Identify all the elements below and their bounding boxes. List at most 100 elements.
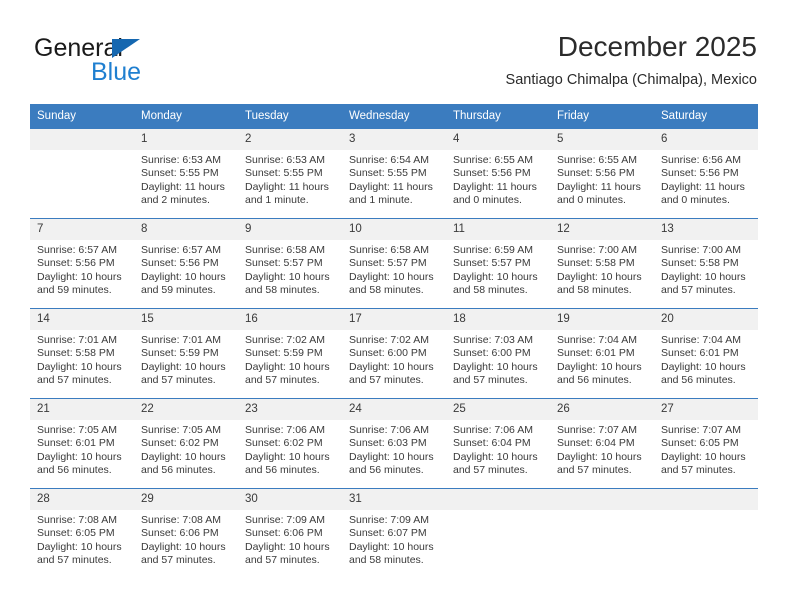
day-detail-line: Daylight: 10 hours: [349, 270, 434, 283]
day-number-15[interactable]: 15: [134, 309, 238, 330]
day-number-17[interactable]: 17: [342, 309, 446, 330]
day-number-30[interactable]: 30: [238, 489, 342, 510]
day-detail-line: Sunrise: 6:58 AM: [245, 244, 325, 256]
day-detail-4[interactable]: Sunrise: 6:55 AM Sunset: 5:56 PM Daylight:…: [446, 150, 550, 218]
day-detail-1[interactable]: Sunrise: 6:53 AM Sunset: 5:55 PM Daylight:…: [134, 150, 238, 218]
day-detail-7[interactable]: Sunrise: 6:57 AM Sunset: 5:56 PM Daylight:…: [30, 240, 134, 308]
calendar-page: General Blue December 2025 Santiago Chim…: [0, 0, 792, 612]
day-number-9[interactable]: 9: [238, 219, 342, 240]
day-detail-line: Daylight: 10 hours: [141, 540, 226, 553]
day-number-empty: [654, 489, 758, 510]
day-detail-22[interactable]: Sunrise: 7:05 AM Sunset: 6:02 PM Daylight:…: [134, 420, 238, 488]
day-detail-16[interactable]: Sunrise: 7:02 AM Sunset: 5:59 PM Daylight:…: [238, 330, 342, 398]
day-detail-line: Daylight: 10 hours: [245, 360, 330, 373]
weekday-header-row: Sunday Monday Tuesday Wednesday Thursday Frid…: [30, 104, 758, 129]
day-detail-25[interactable]: Sunrise: 7:06 AM Sunset: 6:04 PM Daylight:…: [446, 420, 550, 488]
day-number-16[interactable]: 16: [238, 309, 342, 330]
day-detail-21[interactable]: Sunrise: 7:05 AM Sunset: 6:01 PM Daylight:…: [30, 420, 134, 488]
calendar-week-row: 28 29 30 31 Sunrise: 7:08 AM Sunset: 6:05 PM D…: [30, 488, 758, 578]
day-number-6[interactable]: 6: [654, 129, 758, 150]
day-detail-11[interactable]: Sunrise: 6:59 AM Sunset: 5:57 PM Daylight:…: [446, 240, 550, 308]
day-number-21[interactable]: 21: [30, 399, 134, 420]
day-number-row: 21 22 23 24 25 26 27: [30, 399, 758, 420]
day-detail-12[interactable]: Sunrise: 7:00 AM Sunset: 5:58 PM Daylight:…: [550, 240, 654, 308]
day-number-20[interactable]: 20: [654, 309, 758, 330]
day-number-3[interactable]: 3: [342, 129, 446, 150]
day-detail-line: and 2 minutes.: [141, 194, 210, 207]
day-number-23[interactable]: 23: [238, 399, 342, 420]
day-number-28[interactable]: 28: [30, 489, 134, 510]
day-detail-2[interactable]: Sunrise: 6:53 AM Sunset: 5:55 PM Daylight:…: [238, 150, 342, 218]
day-detail-17[interactable]: Sunrise: 7:02 AM Sunset: 6:00 PM Daylight:…: [342, 330, 446, 398]
day-number-26[interactable]: 26: [550, 399, 654, 420]
day-number-25[interactable]: 25: [446, 399, 550, 420]
day-detail-line: Daylight: 10 hours: [37, 540, 122, 553]
day-detail-26[interactable]: Sunrise: 7:07 AM Sunset: 6:04 PM Daylight:…: [550, 420, 654, 488]
brand-name-blue: Blue: [91, 58, 142, 86]
day-number-29[interactable]: 29: [134, 489, 238, 510]
brand-logo[interactable]: General Blue: [34, 34, 264, 92]
day-number-14[interactable]: 14: [30, 309, 134, 330]
weekday-header-monday: Monday: [141, 110, 182, 122]
calendar-grid: Sunday Monday Tuesday Wednesday Thursday Frid…: [30, 104, 758, 578]
day-number-10[interactable]: 10: [342, 219, 446, 240]
day-detail-28[interactable]: Sunrise: 7:08 AM Sunset: 6:05 PM Daylight:…: [30, 510, 134, 578]
day-number-7[interactable]: 7: [30, 219, 134, 240]
day-detail-line: Daylight: 10 hours: [557, 270, 642, 283]
day-detail-line: and 59 minutes.: [141, 284, 216, 297]
day-number-5[interactable]: 5: [550, 129, 654, 150]
day-detail-30[interactable]: Sunrise: 7:09 AM Sunset: 6:06 PM Daylight:…: [238, 510, 342, 578]
day-detail-line: Sunset: 5:56 PM: [661, 167, 739, 180]
day-number-11[interactable]: 11: [446, 219, 550, 240]
day-detail-line: Daylight: 10 hours: [141, 450, 226, 463]
day-detail-23[interactable]: Sunrise: 7:06 AM Sunset: 6:02 PM Daylight:…: [238, 420, 342, 488]
day-detail-5[interactable]: Sunrise: 6:55 AM Sunset: 5:56 PM Daylight:…: [550, 150, 654, 218]
day-number-1[interactable]: 1: [134, 129, 238, 150]
day-number-2[interactable]: 2: [238, 129, 342, 150]
day-number-12[interactable]: 12: [550, 219, 654, 240]
day-detail-line: Sunset: 5:57 PM: [453, 257, 531, 270]
day-detail-3[interactable]: Sunrise: 6:54 AM Sunset: 5:55 PM Daylight:…: [342, 150, 446, 218]
day-detail-line: Daylight: 10 hours: [349, 360, 434, 373]
day-detail-13[interactable]: Sunrise: 7:00 AM Sunset: 5:58 PM Daylight:…: [654, 240, 758, 308]
day-detail-6[interactable]: Sunrise: 6:56 AM Sunset: 5:56 PM Daylight:…: [654, 150, 758, 218]
day-detail-18[interactable]: Sunrise: 7:03 AM Sunset: 6:00 PM Daylight:…: [446, 330, 550, 398]
day-detail-20[interactable]: Sunrise: 7:04 AM Sunset: 6:01 PM Daylight:…: [654, 330, 758, 398]
day-number-8[interactable]: 8: [134, 219, 238, 240]
day-number-18[interactable]: 18: [446, 309, 550, 330]
day-number-27[interactable]: 27: [654, 399, 758, 420]
day-detail-8[interactable]: Sunrise: 6:57 AM Sunset: 5:56 PM Daylight:…: [134, 240, 238, 308]
day-detail-24[interactable]: Sunrise: 7:06 AM Sunset: 6:03 PM Daylight:…: [342, 420, 446, 488]
day-detail-line: Sunset: 5:55 PM: [349, 167, 427, 180]
day-detail-line: and 1 minute.: [245, 194, 309, 207]
day-detail-10[interactable]: Sunrise: 6:58 AM Sunset: 5:57 PM Daylight:…: [342, 240, 446, 308]
day-detail-29[interactable]: Sunrise: 7:08 AM Sunset: 6:06 PM Daylight:…: [134, 510, 238, 578]
day-detail-line: Sunset: 5:56 PM: [37, 257, 115, 270]
calendar-weeks: 1 2 3 4 5 6 Sunrise: 6:53 AM Sunset: 5:55 PM Day…: [30, 129, 758, 578]
day-detail-empty: [446, 510, 550, 578]
day-detail-15[interactable]: Sunrise: 7:01 AM Sunset: 5:59 PM Daylight:…: [134, 330, 238, 398]
day-detail-line: Sunset: 5:59 PM: [245, 347, 323, 360]
weekday-header-wednesday: Wednesday: [349, 110, 410, 122]
day-number-4[interactable]: 4: [446, 129, 550, 150]
day-detail-line: and 57 minutes.: [141, 554, 216, 567]
day-detail-31[interactable]: Sunrise: 7:09 AM Sunset: 6:07 PM Daylight:…: [342, 510, 446, 578]
day-number-13[interactable]: 13: [654, 219, 758, 240]
day-number-24[interactable]: 24: [342, 399, 446, 420]
day-detail-line: and 1 minute.: [349, 194, 413, 207]
day-detail-14[interactable]: Sunrise: 7:01 AM Sunset: 5:58 PM Daylight:…: [30, 330, 134, 398]
day-number-19[interactable]: 19: [550, 309, 654, 330]
day-detail-line: and 57 minutes.: [141, 374, 216, 387]
day-detail-line: Sunset: 6:00 PM: [453, 347, 531, 360]
day-number-31[interactable]: 31: [342, 489, 446, 510]
day-detail-27[interactable]: Sunrise: 7:07 AM Sunset: 6:05 PM Daylight:…: [654, 420, 758, 488]
day-detail-line: Daylight: 10 hours: [37, 360, 122, 373]
day-number-22[interactable]: 22: [134, 399, 238, 420]
day-detail-line: and 0 minutes.: [661, 194, 730, 207]
day-detail-19[interactable]: Sunrise: 7:04 AM Sunset: 6:01 PM Daylight:…: [550, 330, 654, 398]
day-detail-9[interactable]: Sunrise: 6:58 AM Sunset: 5:57 PM Daylight:…: [238, 240, 342, 308]
day-detail-line: Daylight: 11 hours: [661, 180, 745, 193]
title-block: December 2025 Santiago Chimalpa (Chimalp…: [506, 30, 757, 90]
day-detail-line: Sunrise: 7:06 AM: [245, 424, 325, 436]
day-detail-line: and 57 minutes.: [661, 284, 736, 297]
